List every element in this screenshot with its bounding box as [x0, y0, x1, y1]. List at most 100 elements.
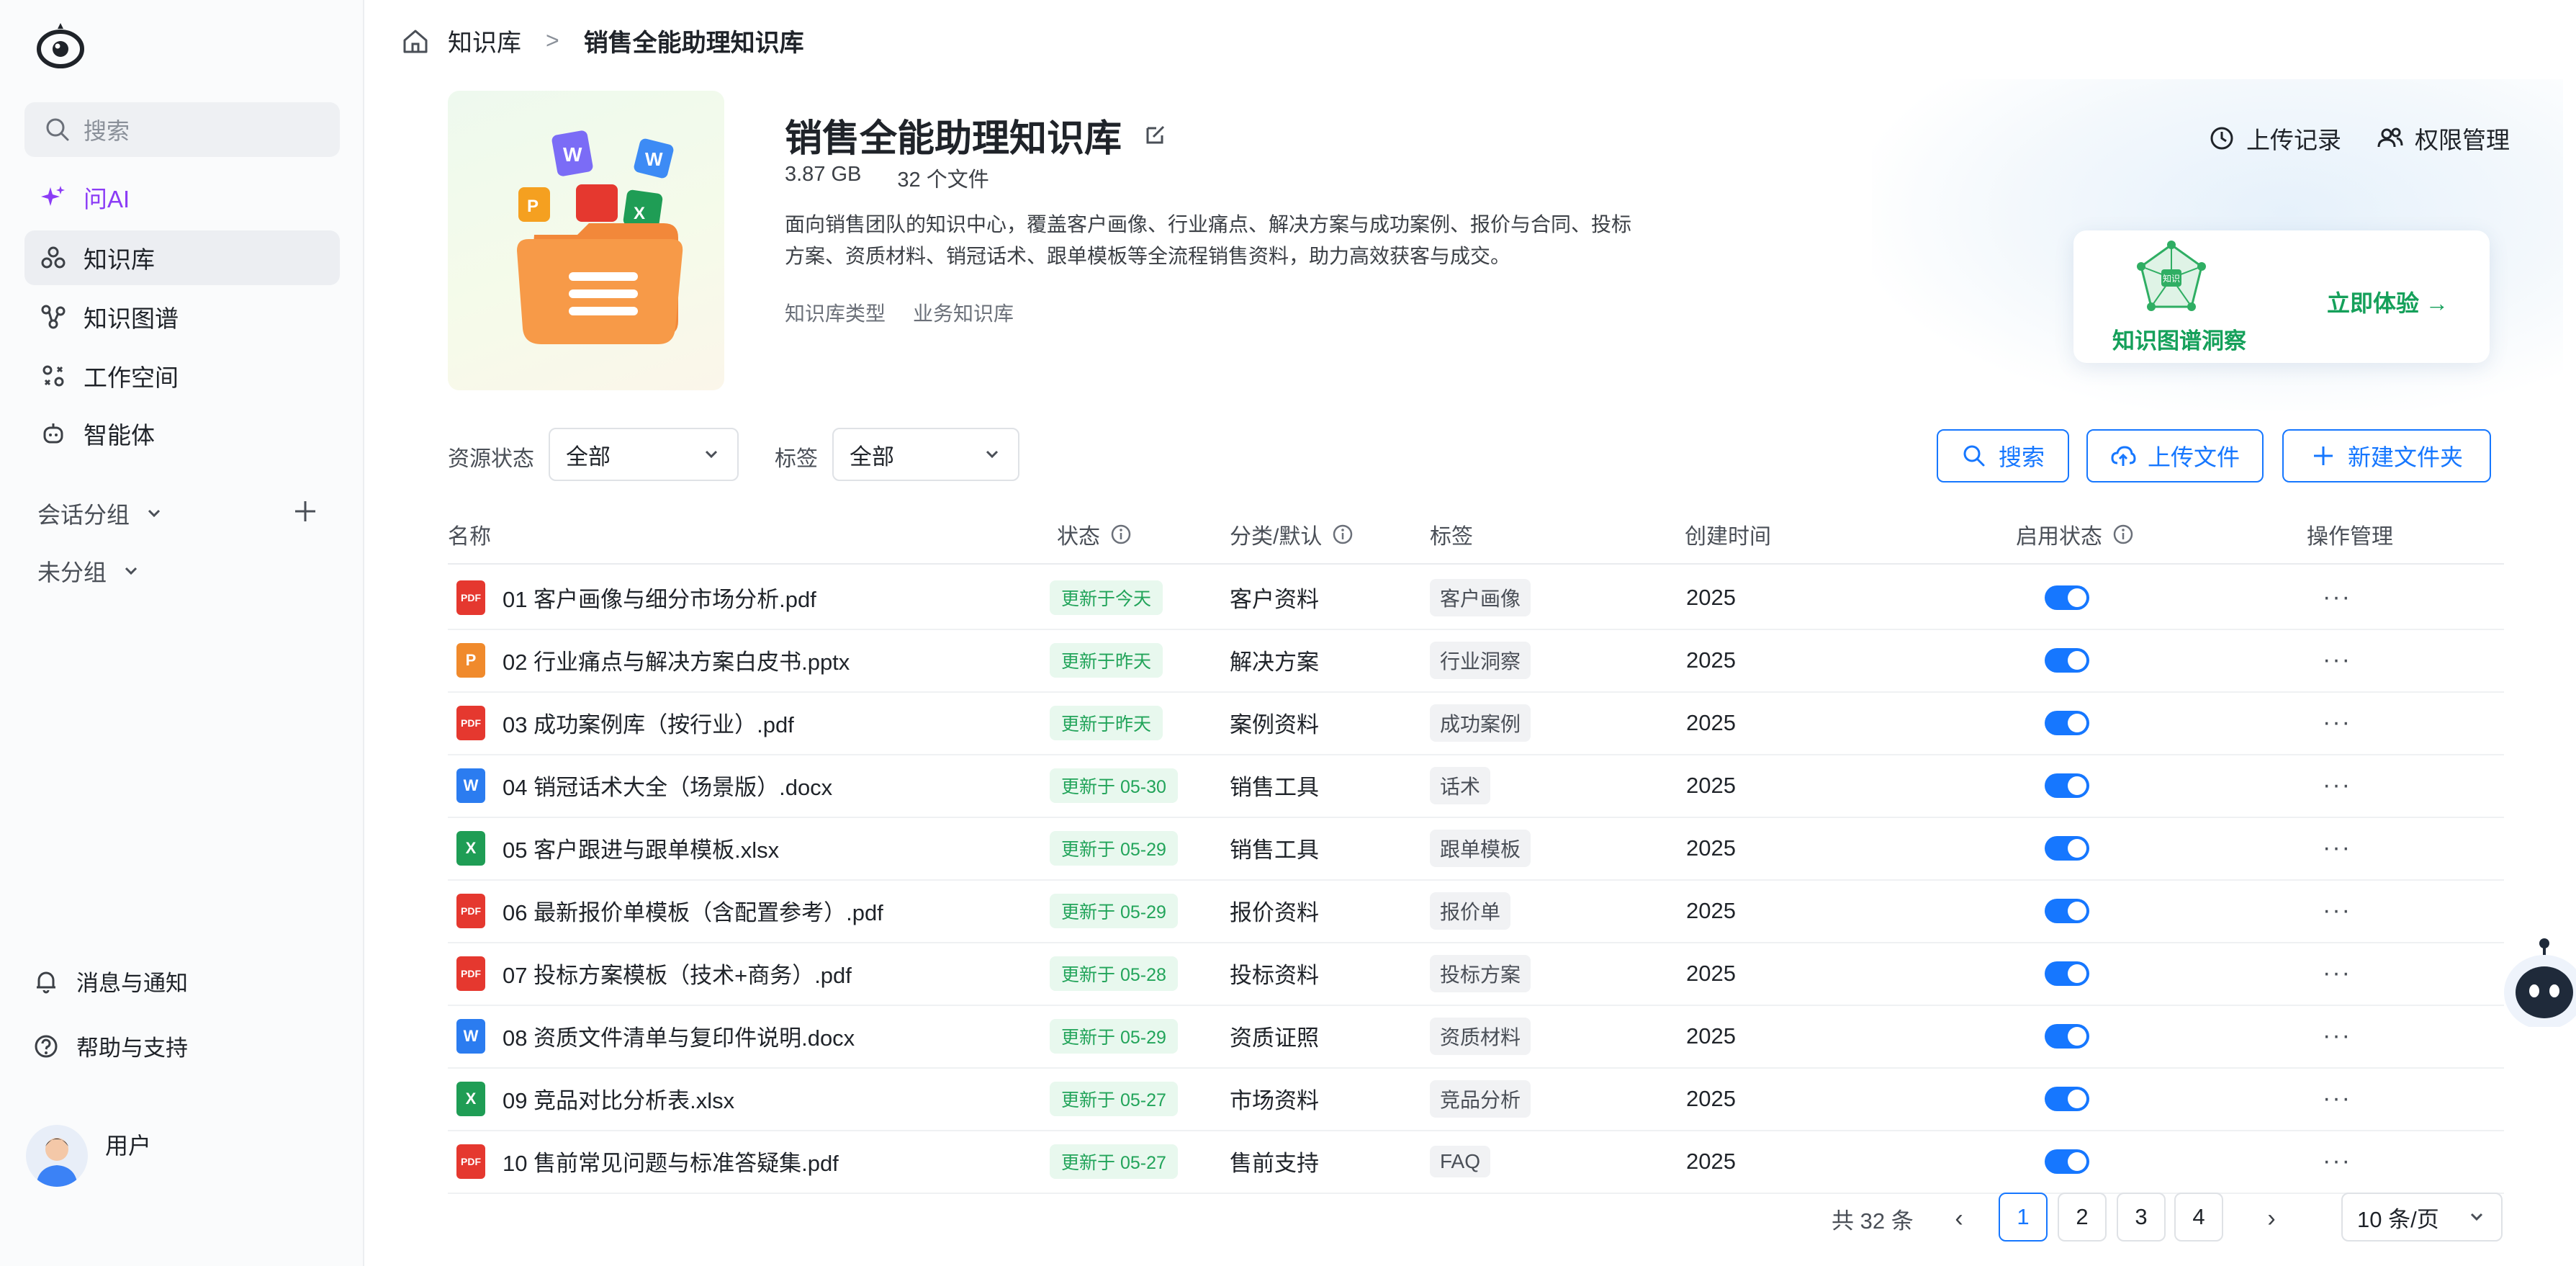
file-name-cell[interactable]: PDF 06 最新报价单模板（含配置参考）.pdf: [456, 879, 883, 942]
sidebar-group-ungrouped[interactable]: 未分组: [37, 555, 141, 588]
table-row[interactable]: W 04 销冠话术大全（场景版）.docx 更新于 05-30 销售工具 话术 2025 ·…: [448, 754, 2504, 818]
column-header-name[interactable]: 名称: [448, 518, 491, 550]
tag-filter-label: 标签: [775, 447, 818, 471]
file-name[interactable]: 07 投标方案模板（技术+商务）.pdf: [503, 957, 852, 989]
pagination-page-4[interactable]: 4: [2174, 1193, 2223, 1242]
file-name[interactable]: 09 竞品对比分析表.xlsx: [503, 1082, 734, 1115]
sidebar-help[interactable]: 帮助与支持: [32, 1030, 188, 1062]
enabled-toggle[interactable]: [2045, 1086, 2089, 1111]
pagination-prev-button[interactable]: ‹: [1941, 1197, 1977, 1240]
more-actions-icon[interactable]: ···: [2323, 771, 2351, 799]
more-actions-icon[interactable]: ···: [2323, 897, 2351, 925]
pagination-page-1[interactable]: 1: [1999, 1193, 2048, 1242]
table-row[interactable]: W 08 资质文件清单与复印件说明.docx 更新于 05-29 资质证照 资质材料 20…: [448, 1005, 2504, 1069]
file-name-cell[interactable]: PDF 03 成功案例库（按行业）.pdf: [456, 691, 794, 754]
enabled-toggle[interactable]: [2045, 1149, 2089, 1174]
pagination-next-button[interactable]: ›: [2253, 1197, 2289, 1240]
file-name[interactable]: 10 售前常见问题与标准答疑集.pdf: [503, 1145, 839, 1177]
enabled-toggle[interactable]: [2045, 585, 2089, 610]
enabled-toggle[interactable]: [2045, 1023, 2089, 1049]
table-row[interactable]: PDF 06 最新报价单模板（含配置参考）.pdf 更新于 05-29 报价资料 报价单…: [448, 879, 2504, 943]
column-header-tag[interactable]: 标签: [1430, 518, 1473, 550]
info-icon[interactable]: [1332, 524, 1354, 545]
enabled-toggle[interactable]: [2045, 647, 2089, 673]
sidebar-item-agent[interactable]: 智能体: [24, 406, 340, 461]
column-header-created[interactable]: 创建时间: [1685, 518, 1771, 550]
file-name[interactable]: 06 最新报价单模板（含配置参考）.pdf: [503, 894, 883, 927]
file-name-cell[interactable]: W 04 销冠话术大全（场景版）.docx: [456, 754, 832, 817]
table-row[interactable]: PDF 03 成功案例库（按行业）.pdf 更新于昨天 案例资料 成功案例 2025 ···: [448, 691, 2504, 755]
sidebar-item-workspace[interactable]: 工作空间: [24, 349, 340, 403]
breadcrumb-root[interactable]: 知识库: [448, 23, 521, 58]
table-row[interactable]: PDF 10 售前常见问题与标准答疑集.pdf 更新于 05-27 售前支持 FAQ 20…: [448, 1130, 2504, 1194]
column-header-enabled[interactable]: 启用状态: [2016, 518, 2134, 550]
column-header-ops: 操作管理: [2307, 518, 2393, 550]
sidebar-item-ask-ai[interactable]: 问AI: [24, 170, 340, 225]
sidebar-search[interactable]: 搜索: [24, 102, 340, 157]
table-row[interactable]: PDF 01 客户画像与细分市场分析.pdf 更新于今天 客户资料 客户画像 2025 ··…: [448, 566, 2504, 630]
upload-history-button[interactable]: 上传记录: [2207, 121, 2341, 156]
avatar[interactable]: [26, 1125, 88, 1187]
more-actions-icon[interactable]: ···: [2323, 709, 2351, 737]
enabled-toggle[interactable]: [2045, 961, 2089, 986]
new-folder-button[interactable]: 新建文件夹: [2282, 429, 2491, 482]
column-header-category[interactable]: 分类/默认: [1230, 518, 1354, 550]
file-name[interactable]: 01 客户画像与细分市场分析.pdf: [503, 581, 816, 614]
status-badge: 更新于 05-27: [1050, 1081, 1178, 1116]
new-folder-label: 新建文件夹: [2347, 444, 2463, 470]
search-button[interactable]: 搜索: [1937, 429, 2069, 482]
info-icon[interactable]: [2112, 524, 2134, 545]
permissions-button[interactable]: 权限管理: [2376, 121, 2510, 156]
more-actions-icon[interactable]: ···: [2323, 1022, 2351, 1050]
enabled-toggle[interactable]: [2045, 898, 2089, 923]
table-row[interactable]: X 09 竞品对比分析表.xlsx 更新于 05-27 市场资料 竞品分析 2025 ···: [448, 1067, 2504, 1131]
file-name-cell[interactable]: X 05 客户跟进与跟单模板.xlsx: [456, 817, 779, 879]
enabled-toggle[interactable]: [2045, 710, 2089, 735]
app-logo-icon[interactable]: [33, 17, 88, 72]
file-name[interactable]: 02 行业痛点与解决方案白皮书.pptx: [503, 644, 850, 676]
column-header-status[interactable]: 状态: [1057, 518, 1132, 550]
table-row[interactable]: PDF 07 投标方案模板（技术+商务）.pdf 更新于 05-28 投标资料 投标方案…: [448, 942, 2504, 1006]
assistant-bot-icon[interactable]: [2494, 933, 2576, 1027]
status-filter-select[interactable]: 全部: [549, 428, 739, 481]
sidebar-group-conversations[interactable]: 会话分组: [37, 497, 164, 530]
file-name-cell[interactable]: PDF 07 投标方案模板（技术+商务）.pdf: [456, 942, 852, 1005]
file-name[interactable]: 03 成功案例库（按行业）.pdf: [503, 706, 794, 739]
file-name[interactable]: 05 客户跟进与跟单模板.xlsx: [503, 832, 779, 864]
table-row[interactable]: P 02 行业痛点与解决方案白皮书.pptx 更新于昨天 解决方案 行业洞察 2025 ··…: [448, 629, 2504, 693]
more-actions-icon[interactable]: ···: [2323, 959, 2351, 987]
table-row[interactable]: X 05 客户跟进与跟单模板.xlsx 更新于 05-29 销售工具 跟单模板 2025 ·…: [448, 817, 2504, 881]
enabled-toggle[interactable]: [2045, 835, 2089, 861]
more-actions-icon[interactable]: ···: [2323, 646, 2351, 674]
tag-cell: 投标方案: [1430, 942, 1531, 1005]
home-icon[interactable]: [400, 26, 431, 56]
file-name[interactable]: 08 资质文件清单与复印件说明.docx: [503, 1020, 855, 1052]
sidebar-notifications[interactable]: 消息与通知: [32, 965, 188, 997]
file-name-cell[interactable]: PDF 01 客户画像与细分市场分析.pdf: [456, 566, 816, 629]
tag-filter-select[interactable]: 全部: [832, 428, 1019, 481]
status-cell: 更新于 05-29: [1050, 1005, 1178, 1067]
add-group-icon[interactable]: [289, 495, 321, 527]
sidebar-item-knowledge-base[interactable]: 知识库: [24, 230, 340, 285]
tag-badge: 投标方案: [1430, 954, 1531, 992]
pagination-page-2[interactable]: 2: [2058, 1193, 2107, 1242]
more-actions-icon[interactable]: ···: [2323, 1147, 2351, 1175]
more-actions-icon[interactable]: ···: [2323, 1085, 2351, 1113]
enabled-toggle[interactable]: [2045, 773, 2089, 798]
sidebar-item-knowledge-graph[interactable]: 知识图谱: [24, 289, 340, 344]
file-name[interactable]: 04 销冠话术大全（场景版）.docx: [503, 769, 832, 802]
pagination-page-3[interactable]: 3: [2117, 1193, 2166, 1242]
graph-card-cta[interactable]: 立即体验 →: [2327, 285, 2449, 318]
category-cell: 解决方案: [1230, 629, 1319, 691]
file-name-cell[interactable]: X 09 竞品对比分析表.xlsx: [456, 1067, 734, 1130]
more-actions-icon[interactable]: ···: [2323, 583, 2351, 611]
info-icon[interactable]: [1110, 524, 1132, 545]
file-name-cell[interactable]: P 02 行业痛点与解决方案白皮书.pptx: [456, 629, 850, 691]
upload-file-button[interactable]: 上传文件: [2086, 429, 2264, 482]
edit-icon[interactable]: [1142, 122, 1168, 148]
file-name-cell[interactable]: W 08 资质文件清单与复印件说明.docx: [456, 1005, 855, 1067]
more-actions-icon[interactable]: ···: [2323, 834, 2351, 862]
file-name-cell[interactable]: PDF 10 售前常见问题与标准答疑集.pdf: [456, 1130, 839, 1193]
chevron-down-icon: [986, 450, 999, 459]
page-size-select[interactable]: 10 条/页: [2341, 1193, 2503, 1242]
